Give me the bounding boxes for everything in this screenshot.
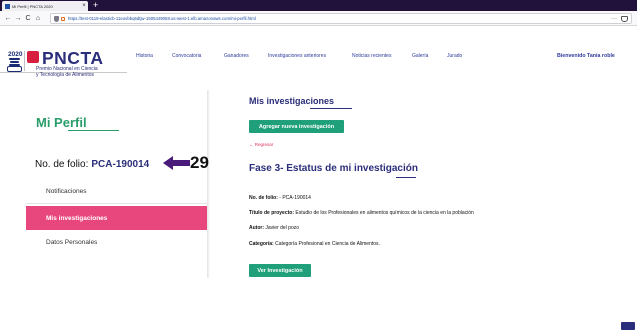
detail-label: Título de proyecto: [249,210,294,216]
menu-item-noticias[interactable]: Noticias recientes [352,52,391,60]
chat-widget-button[interactable] [621,322,635,330]
detail-project: Título de proyecto: Estudio de los Profe… [249,210,474,217]
sidebar-title: Mi Perfil [36,115,87,130]
sidebar-item-label: Datos Personales [46,238,98,246]
title-underline [396,177,416,178]
page-title: Mis investigaciones [249,96,335,106]
shield-icon[interactable] [54,15,59,22]
forward-button[interactable]: → [13,11,23,26]
lock-icon[interactable] [61,16,65,21]
back-button[interactable]: ← [3,11,13,26]
menu-item-historia[interactable]: Historia [136,52,153,60]
sidebar-item-label: Mis investigaciones [46,214,108,222]
home-button[interactable]: ⌂ [33,11,43,26]
title-underline [310,108,352,109]
favicon-icon [5,3,10,9]
new-tab-button[interactable]: + [93,0,98,11]
annotation-number: 29 [190,153,209,172]
add-investigation-button[interactable]: Agregar nueva investigación [249,120,344,133]
logo-subtitle: y Tecnología de Alimentos [36,72,95,78]
detail-label: Categoría: [249,241,274,247]
browser-tab[interactable]: Mi Perfil | PNCTA 2020 × [2,1,88,11]
back-link[interactable]: ← Regresar [249,142,273,147]
sidebar-item-label: Notificaciones [46,188,87,195]
folio-value: PCA-190014 [91,158,150,170]
url-text[interactable]: https://test-0119-elasticb-11eovbbq6dtjw… [68,16,256,21]
menu-item-jurado[interactable]: Jurado [447,52,462,60]
browser-tab-bar: Mi Perfil | PNCTA 2020 × + [0,0,637,11]
address-bar[interactable]: https://test-0119-elasticb-11eovbbq6dtjw… [50,13,632,24]
welcome-user[interactable]: Bienvenido Tania roble [557,52,615,60]
folio-display: No. de folio: PCA-190014 [35,156,149,172]
section-title: Fase 3- Estatus de mi investigación [249,163,418,174]
sidebar-item-notificaciones[interactable]: Notificaciones [26,180,207,204]
detail-folio: No. de folio: - PCA-190014 [249,195,311,202]
folio-label: No. de folio: [35,158,89,170]
detail-label: No. de folio: [249,195,278,201]
detail-author: Autor: Javier del pozo [249,225,299,232]
menu-item-convocatoria[interactable]: Convocatoria [172,52,201,60]
sidebar-item-datos-personales[interactable]: Datos Personales [26,230,207,254]
detail-category: Categoría: Categoría Profesional en Cien… [249,241,380,248]
menu-item-investigaciones-anteriores[interactable]: Investigaciones anteriores [268,52,326,60]
detail-value: Javier del pozo [265,225,300,231]
detail-label: Autor: [249,225,264,231]
title-underline [68,130,119,131]
main-menu: Historia Convocatoria Ganadores Investig… [0,52,637,60]
menu-item-galeria[interactable]: Galería [412,52,428,60]
menu-item-ganadores[interactable]: Ganadores [224,52,249,60]
annotation-arrow-icon [163,156,190,170]
detail-value: Estudio de los Profesionales en alimento… [295,210,474,216]
sidebar-item-mis-investigaciones[interactable]: Mis investigaciones [26,206,207,230]
tab-close-icon[interactable]: × [80,1,88,11]
logo-base-icon [7,66,22,72]
detail-value: - PCA-190014 [279,195,311,201]
tab-title: Mi Perfil | PNCTA 2020 [12,3,53,9]
reload-button[interactable]: C [23,11,33,26]
sidebar-shadow [207,90,210,278]
detail-value: Categoría Profesional en Ciencia de Alim… [275,241,380,247]
more-actions-icon[interactable]: ··· [611,14,617,24]
view-investigation-button[interactable]: Ver Investigación [249,264,311,277]
pocket-icon[interactable] [621,16,628,22]
